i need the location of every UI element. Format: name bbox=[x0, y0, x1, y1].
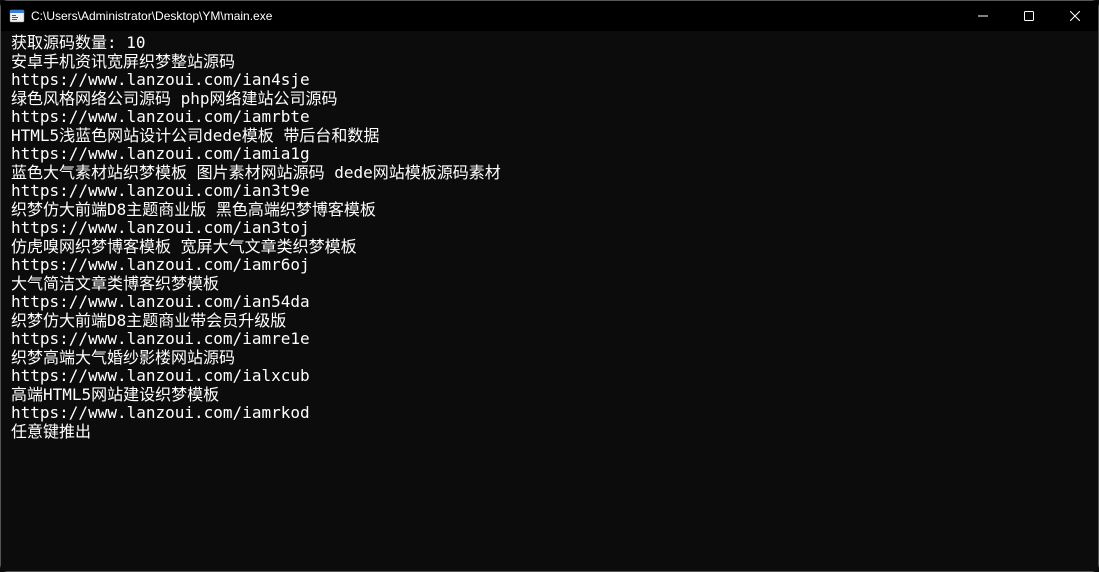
exe-icon bbox=[9, 8, 25, 24]
console-footer-line: 任意键推出 bbox=[11, 423, 1088, 442]
console-entry-url: https://www.lanzoui.com/ialxcub bbox=[11, 367, 1088, 386]
console-entry-url: https://www.lanzoui.com/iamia1g bbox=[11, 145, 1088, 164]
console-entry-title: 仿虎嗅网织梦博客模板 宽屏大气文章类织梦模板 bbox=[11, 238, 1088, 257]
console-entry-url: https://www.lanzoui.com/iamrkod bbox=[11, 404, 1088, 423]
console-output[interactable]: 获取源码数量: 10安卓手机资讯宽屏织梦整站源码https://www.lanz… bbox=[1, 31, 1098, 571]
close-button[interactable] bbox=[1052, 1, 1098, 31]
window-controls bbox=[960, 1, 1098, 31]
console-entry-url: https://www.lanzoui.com/iamrbte bbox=[11, 108, 1088, 127]
console-entry-title: 大气简洁文章类博客织梦模板 bbox=[11, 275, 1088, 294]
console-entry-title: 蓝色大气素材站织梦模板 图片素材网站源码 dede网站模板源码素材 bbox=[11, 164, 1088, 183]
console-entry-title: 织梦仿大前端D8主题商业带会员升级版 bbox=[11, 312, 1088, 331]
console-entry-url: https://www.lanzoui.com/ian54da bbox=[11, 293, 1088, 312]
console-entry-title: 织梦仿大前端D8主题商业版 黑色高端织梦博客模板 bbox=[11, 201, 1088, 220]
console-entry-url: https://www.lanzoui.com/ian4sje bbox=[11, 71, 1088, 90]
minimize-button[interactable] bbox=[960, 1, 1006, 31]
console-entry-title: 安卓手机资讯宽屏织梦整站源码 bbox=[11, 53, 1088, 72]
console-entry-url: https://www.lanzoui.com/ian3t9e bbox=[11, 182, 1088, 201]
console-entry-title: HTML5浅蓝色网站设计公司dede模板 带后台和数据 bbox=[11, 127, 1088, 146]
console-header-line: 获取源码数量: 10 bbox=[11, 34, 1088, 53]
console-entry-title: 绿色风格网络公司源码 php网络建站公司源码 bbox=[11, 90, 1088, 109]
console-entry-url: https://www.lanzoui.com/ian3toj bbox=[11, 219, 1088, 238]
console-entry-url: https://www.lanzoui.com/iamr6oj bbox=[11, 256, 1088, 275]
maximize-button[interactable] bbox=[1006, 1, 1052, 31]
window-title: C:\Users\Administrator\Desktop\YM\main.e… bbox=[31, 9, 960, 23]
window-titlebar: C:\Users\Administrator\Desktop\YM\main.e… bbox=[1, 1, 1098, 31]
console-entry-url: https://www.lanzoui.com/iamre1e bbox=[11, 330, 1088, 349]
console-entry-title: 高端HTML5网站建设织梦模板 bbox=[11, 386, 1088, 405]
console-entry-title: 织梦高端大气婚纱影楼网站源码 bbox=[11, 349, 1088, 368]
